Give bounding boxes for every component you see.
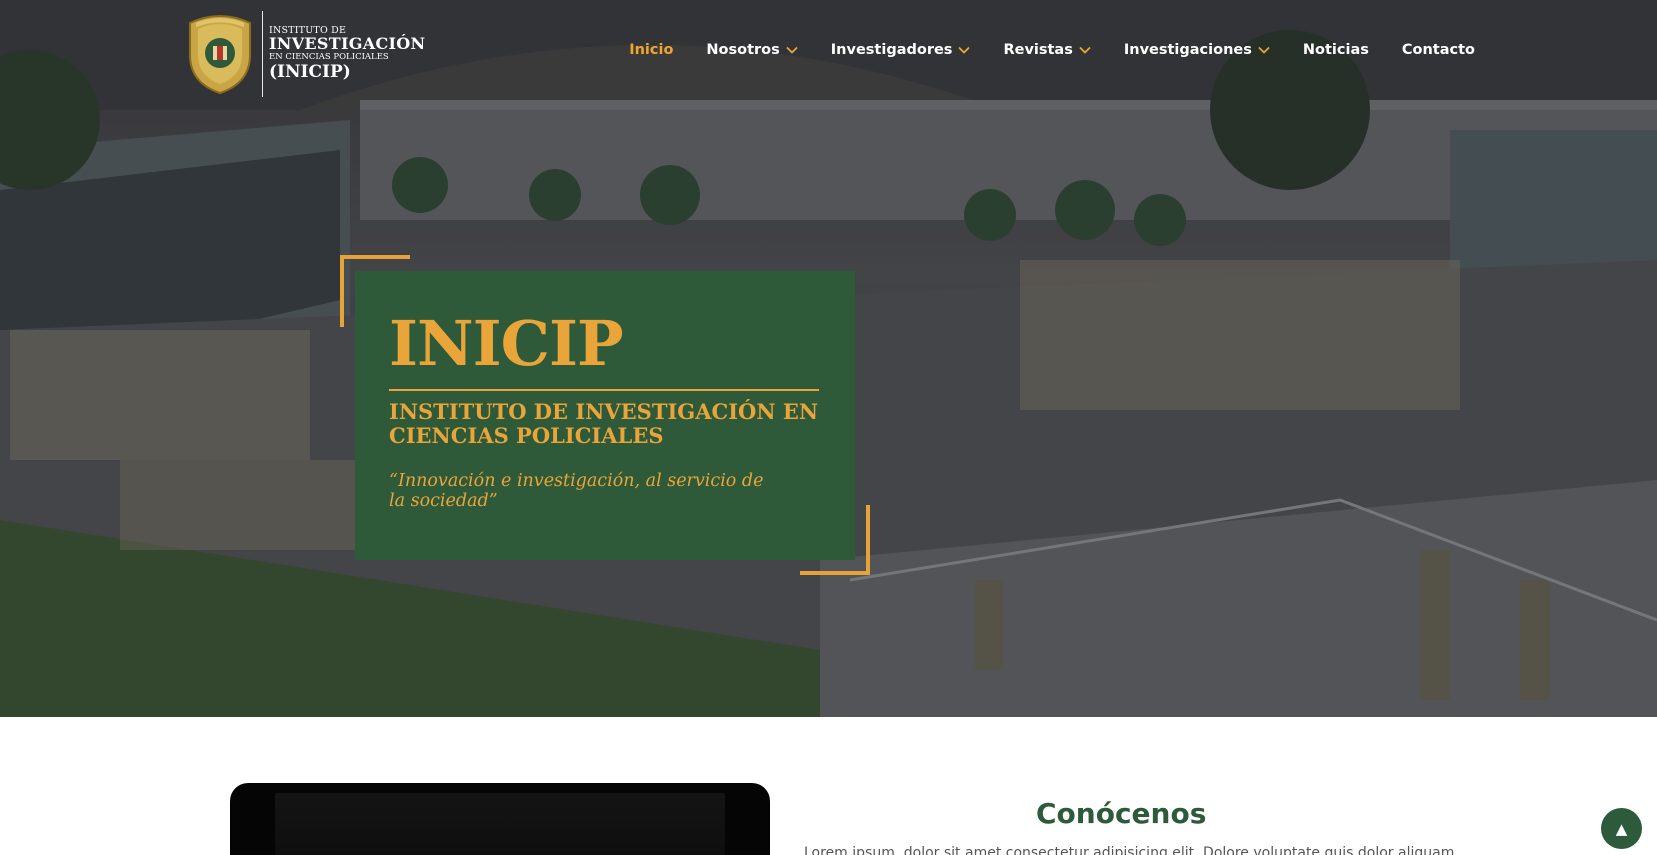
nav-item-noticias[interactable]: Noticias	[1303, 42, 1369, 58]
nav-item-investigaciones[interactable]: Investigaciones	[1124, 42, 1270, 58]
nav-label: Investigaciones	[1123, 42, 1252, 58]
logo-line-2: INVESTIGACIÓN	[269, 33, 426, 53]
nav-label: Revistas	[1003, 42, 1073, 58]
chevron-down-icon	[958, 46, 971, 54]
nav-label: Contacto	[1401, 42, 1475, 58]
hero-card: INICIP INSTITUTO DE INVESTIGACIÓN EN CIE…	[340, 255, 870, 575]
hero-title: INICIP	[389, 307, 624, 380]
police-shield-icon	[189, 15, 251, 95]
nav-label: Investigadores	[830, 42, 953, 58]
chevron-down-icon	[1079, 46, 1091, 54]
hero-card-body: INICIP INSTITUTO DE INVESTIGACIÓN EN CIE…	[355, 271, 855, 560]
main-nav: Inicio Nosotros Investigadores Revistas …	[596, 42, 1475, 58]
nav-item-contacto[interactable]: Contacto	[1402, 42, 1475, 58]
arrow-up-icon: ▲	[1615, 819, 1628, 838]
logo-line-3: EN CIENCIAS POLICIALES	[269, 51, 389, 62]
about-text: Lorem ipsum, dolor sit amet consectetur …	[804, 845, 1455, 855]
nav-item-investigadores[interactable]: Investigadores	[831, 42, 971, 58]
back-to-top-button[interactable]: ▲	[1601, 808, 1642, 849]
nav-label: Inicio	[629, 42, 674, 58]
hero-divider	[389, 389, 819, 391]
nav-label: Nosotros	[706, 42, 780, 58]
logo-line-4: (INICIP)	[269, 62, 351, 83]
nav-item-revistas[interactable]: Revistas	[1003, 42, 1091, 58]
about-title: Conócenos	[1036, 797, 1207, 830]
logo-divider	[262, 11, 263, 97]
chevron-down-icon	[786, 46, 798, 54]
video-player[interactable]	[230, 783, 770, 855]
hero-subtitle: INSTITUTO DE INVESTIGACIÓN EN CIENCIAS P…	[389, 399, 819, 449]
nav-label: Noticias	[1302, 42, 1369, 58]
nav-item-nosotros[interactable]: Nosotros	[706, 42, 798, 58]
nav-item-inicio[interactable]: Inicio	[629, 42, 673, 58]
site-logo[interactable]: INSTITUTO DE INVESTIGACIÓN EN CIENCIAS P…	[186, 11, 425, 97]
logo-text: INSTITUTO DE INVESTIGACIÓN EN CIENCIAS P…	[269, 25, 426, 83]
video-frame	[275, 793, 725, 855]
chevron-down-icon	[1258, 46, 1270, 54]
hero-quote: “Innovación e investigación, al servicio…	[389, 471, 764, 511]
site-header: INSTITUTO DE INVESTIGACIÓN EN CIENCIAS P…	[0, 0, 1657, 105]
